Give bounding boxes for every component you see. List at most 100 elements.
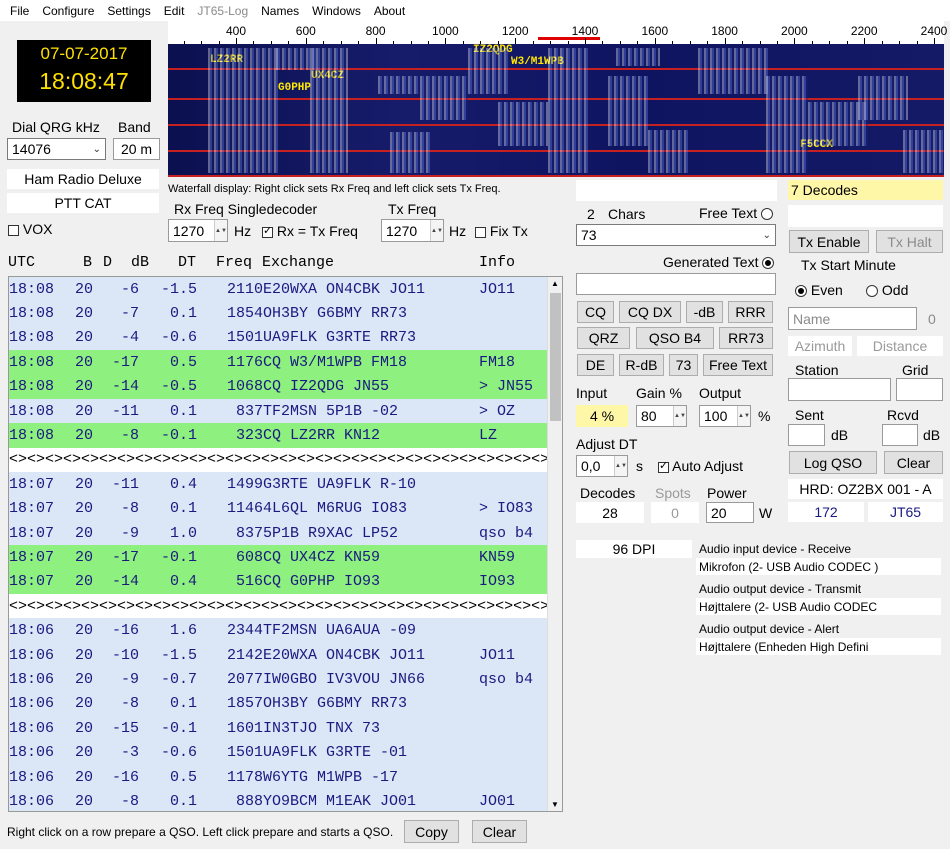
odd-radio[interactable]: Odd [866, 282, 908, 298]
decode-list[interactable]: 18:08 20 -6 -1.5 2110 E20WXA ON4CBK JO11 JO11 1… [8, 276, 563, 812]
cq-button[interactable]: CQ [577, 301, 614, 323]
menu-file[interactable]: File [10, 4, 29, 18]
rrr-button[interactable]: RRR [728, 301, 773, 323]
audio-alert-device[interactable]: Højttalere (Enheden High Defini [696, 638, 941, 655]
gain-spinner[interactable]: ▲▼ [673, 406, 686, 426]
menu-jt65-log[interactable]: JT65-Log [197, 4, 248, 18]
decode-row[interactable]: 18:06 20 -16 0.5 1178 W6YTG M1WPB -17 [9, 764, 562, 790]
log-qso-button[interactable]: Log QSO [789, 451, 877, 474]
qso-b4-button[interactable]: QSO B4 [636, 327, 714, 349]
decode-row[interactable]: 18:06 20 -15 -0.1 1601 IN3TJO TNX 73 [9, 716, 562, 741]
clear-decodes-button[interactable]: Clear [472, 820, 527, 843]
decode-row[interactable]: 18:07 20 -9 1.0 837 5P1B R9XAC LP52 qso b4 [9, 520, 562, 546]
scroll-up-icon[interactable]: ▲ [551, 279, 559, 288]
rx-freq-spinner[interactable]: ▲▼ [214, 220, 227, 241]
even-radio[interactable]: Even [795, 282, 843, 298]
copy-button[interactable]: Copy [404, 820, 459, 843]
cell-utc: 18:06 [9, 719, 55, 737]
rx-eq-tx-checkbox[interactable]: Rx = Tx Freq [262, 223, 358, 239]
decode-row[interactable]: 18:06 20 -9 -0.7 2077 IW0GBO IV3VOU JN66 qso b… [9, 667, 562, 692]
generated-text-radio[interactable]: Generated Text [663, 254, 775, 270]
decode-row[interactable]: 18:07 20 -14 0.4 516 CQ G0PHP IO93 IO93 [9, 569, 562, 595]
rx-freq-label: Rx Freq Singledecoder [174, 201, 318, 217]
sent-input[interactable] [788, 424, 825, 446]
cq-dx-button[interactable]: CQ DX [619, 301, 681, 323]
tx-freq-spinner[interactable]: ▲▼ [430, 220, 443, 241]
menu-settings[interactable]: Settings [107, 4, 150, 18]
rx-eq-tx-label: Rx = Tx Freq [276, 223, 358, 239]
adjust-dt-spinner[interactable]: ▲▼ [614, 456, 627, 476]
menu-edit[interactable]: Edit [164, 4, 185, 18]
decode-row[interactable]: 18:08 20 -7 0.1 1854 OH3BY G6BMY RR73 [9, 301, 562, 326]
decode-row[interactable]: 18:08 20 -11 0.1 837 TF2MSN 5P1B -02 > OZ [9, 398, 562, 424]
scroll-down-icon[interactable]: ▼ [551, 800, 559, 809]
decode-row[interactable]: 18:07 20 -17 -0.1 608 CQ UX4CZ KN59 KN59 [9, 545, 562, 570]
cell-db: -17 [111, 548, 139, 566]
rcvd-input[interactable] [882, 424, 918, 446]
decode-row[interactable]: 18:08 20 -6 -1.5 2110 E20WXA ON4CBK JO11 JO11 [9, 277, 562, 302]
decode-row[interactable]: 18:06 20 -8 0.1 1857 OH3BY G6BMY RR73 [9, 691, 562, 717]
menu-configure[interactable]: Configure [42, 4, 94, 18]
menu-about[interactable]: About [374, 4, 405, 18]
name-input[interactable]: Name [788, 307, 917, 330]
decode-row[interactable]: 18:06 20 -16 1.6 2344 TF2MSN UA6AUA -09 [9, 618, 562, 643]
generated-text-field[interactable] [576, 273, 776, 295]
cell-freq: 2344 [226, 622, 263, 640]
ruler-tick-label: 1400 [571, 24, 599, 38]
free-text-button[interactable]: Free Text [703, 354, 773, 376]
decode-row[interactable]: 18:07 20 -11 0.4 1499 G3RTE UA9FLK R-10 [9, 472, 562, 497]
free-text-radio[interactable]: Free Text [699, 205, 773, 221]
decode-row[interactable]: 18:06 20 -3 -0.6 1501 UA9FLK G3RTE -01 [9, 740, 562, 765]
dial-qrg-select[interactable]: 14076 ⌄ [7, 138, 106, 160]
audio-out-device[interactable]: Højttalere (2- USB Audio CODEC [696, 598, 941, 615]
azimuth-field: Azimuth [788, 336, 852, 356]
grid-input[interactable] [896, 378, 943, 401]
rx-freq-input[interactable]: 1270 ▲▼ [168, 219, 228, 242]
cell-dt: 1.6 [169, 622, 197, 640]
decode-row[interactable]: 18:06 20 -10 -1.5 2142 E20WXA ON4CBK JO11 JO11 [9, 642, 562, 668]
decode-row[interactable]: 18:08 20 -17 0.5 1176 CQ W3/M1WPB FM18 FM18 [9, 350, 562, 375]
rx-freq-value: 1270 [173, 222, 205, 239]
output-input[interactable]: 100 ▲▼ [699, 405, 751, 427]
scroll-thumb[interactable] [550, 293, 561, 421]
de-button[interactable]: DE [577, 354, 614, 376]
power-input[interactable]: 20 [706, 502, 754, 523]
waterfall-display[interactable]: 400 600 800 1000 1200 1400 1600 1800 2000 2200 240… [168, 20, 947, 177]
band-field[interactable]: 20 m [113, 138, 160, 160]
output-spinner[interactable]: ▲▼ [737, 406, 750, 426]
gain-input[interactable]: 80 ▲▼ [636, 405, 687, 427]
cell-b: 20 [75, 402, 94, 420]
station-input[interactable] [788, 378, 891, 401]
name-placeholder: Name [793, 310, 831, 327]
decode-scrollbar[interactable]: ▲ ▼ [547, 277, 562, 811]
auto-adjust-checkbox[interactable]: Auto Adjust [658, 458, 743, 474]
tx-freq-label: Tx Freq [388, 201, 437, 217]
adjust-dt-input[interactable]: 0,0 ▲▼ [576, 455, 628, 477]
cell-ex: TF2MSN 5P1B -02 [263, 402, 399, 420]
decode-row[interactable]: 18:08 20 -4 -0.6 1501 UA9FLK G3RTE RR73 [9, 325, 562, 351]
vox-checkbox[interactable]: VOX [8, 221, 52, 237]
decode-row[interactable]: 18:08 20 -14 -0.5 1068 CQ IZ2QDG JN55 > JN55 [9, 374, 562, 399]
menu-windows[interactable]: Windows [312, 4, 361, 18]
message-select[interactable]: 73 ⌄ [576, 224, 776, 246]
seventy-three-button[interactable]: 73 [669, 354, 698, 376]
cell-utc: 18:08 [9, 305, 55, 323]
minus-db-button[interactable]: -dB [686, 301, 723, 323]
audio-in-device[interactable]: Mikrofon (2- USB Audio CODEC ) [696, 558, 941, 575]
cell-b: 20 [75, 695, 94, 713]
decode-row[interactable]: 18:07 20 -8 0.1 1146 4L6QL M6RUG IO83 > IO83 [9, 496, 562, 521]
tx-halt-button[interactable]: Tx Halt [876, 230, 943, 253]
ruler-tick-label: 1600 [641, 24, 669, 38]
tx-enable-button[interactable]: Tx Enable [789, 230, 869, 253]
r-db-button[interactable]: R-dB [619, 354, 664, 376]
menu-names[interactable]: Names [261, 4, 299, 18]
fix-tx-checkbox[interactable]: Fix Tx [475, 223, 528, 239]
clear-qso-button[interactable]: Clear [884, 451, 943, 474]
rr73-button[interactable]: RR73 [719, 327, 773, 349]
cell-b: 20 [75, 280, 94, 298]
tx-freq-input[interactable]: 1270 ▲▼ [381, 219, 444, 242]
cell-ex: G3RTE UA9FLK R-10 [263, 475, 417, 493]
qrz-button[interactable]: QRZ [577, 327, 630, 349]
decode-row[interactable]: 18:08 20 -8 -0.1 323 CQ LZ2RR KN12 LZ [9, 423, 562, 448]
decode-row[interactable]: 18:06 20 -8 0.1 888 YO9BCM M1EAK JO01 JO01 [9, 789, 562, 811]
